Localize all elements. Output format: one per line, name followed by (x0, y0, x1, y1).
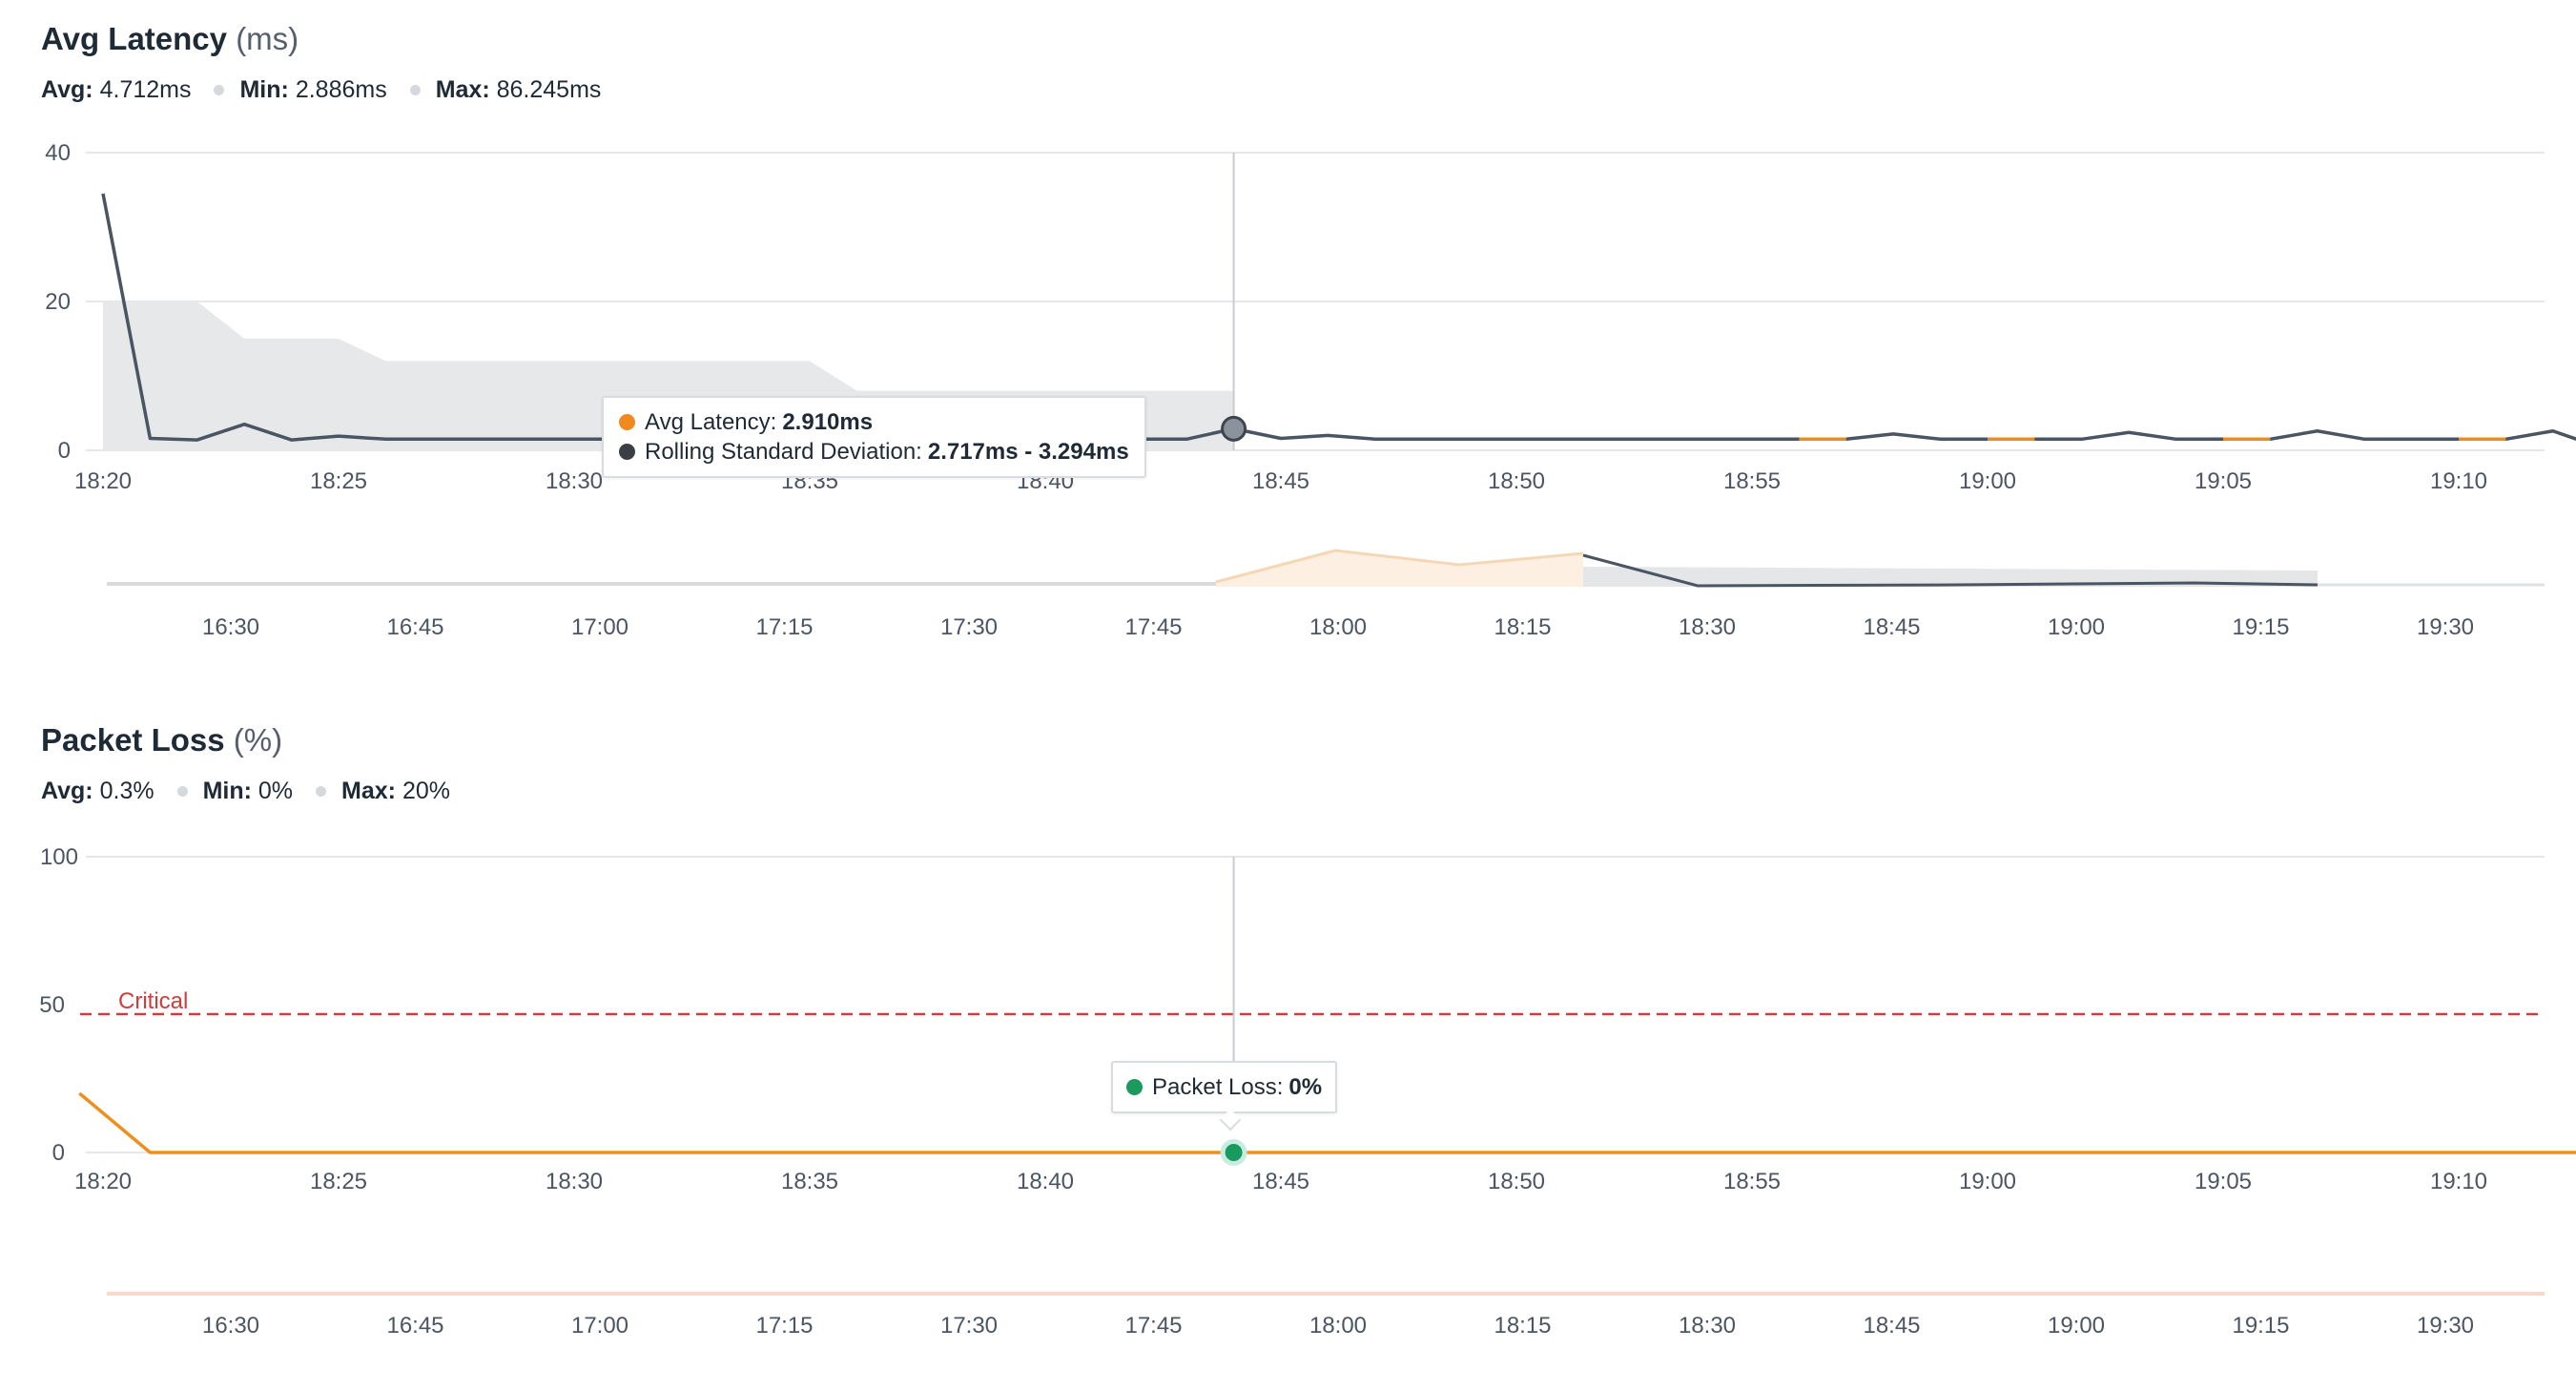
latency-navigator-tick: 18:30 (1679, 614, 1736, 640)
loss-x-tick: 18:45 (1252, 1169, 1309, 1194)
loss-x-tick: 19:10 (2430, 1169, 2487, 1194)
tooltip-stddev-value: 2.717ms - 3.294ms (927, 438, 1129, 465)
tooltip-row-latency: Avg Latency: 2.910ms (619, 407, 1129, 437)
loss-navigator-tick: 19:30 (2417, 1313, 2474, 1339)
latency-navigator-tick: 19:15 (2232, 614, 2289, 640)
charts-canvas[interactable]: 0 20 40 18:20 18:25 18:30 18:35 18:40 18:45 18:50… (0, 0, 2576, 1391)
loss-x-tick: 18:40 (1017, 1169, 1074, 1194)
latency-navigator-tick: 16:30 (202, 614, 259, 640)
loss-tooltip: Packet Loss: 0% (1111, 1061, 1338, 1113)
latency-navigator-tick: 18:15 (1494, 614, 1551, 640)
loss-navigator-tick: 17:15 (755, 1313, 813, 1339)
latency-x-tick: 19:00 (1959, 468, 2016, 494)
tooltip-loss-label: Packet Loss: (1152, 1073, 1284, 1100)
latency-navigator-tick: 18:45 (1863, 614, 1920, 640)
loss-x-tick: 19:00 (1959, 1169, 2016, 1194)
loss-navigator-tick: 18:00 (1309, 1313, 1367, 1339)
loss-navigator-tick: 18:30 (1679, 1313, 1736, 1339)
loss-x-tick: 18:20 (74, 1169, 132, 1194)
loss-navigator-tick: 16:30 (202, 1313, 259, 1339)
tooltip-latency-value: 2.910ms (782, 408, 874, 435)
latency-x-tick: 19:05 (2195, 468, 2252, 494)
latency-y-tick: 0 (58, 438, 71, 464)
loss-x-tick: 18:55 (1723, 1169, 1781, 1194)
loss-navigator-tick: 19:00 (2048, 1313, 2105, 1339)
loss-x-tick: 18:50 (1488, 1169, 1545, 1194)
loss-hover-marker (1225, 1144, 1243, 1161)
loss-x-tick: 19:05 (2195, 1169, 2252, 1194)
latency-x-tick: 18:30 (546, 468, 603, 494)
critical-threshold-label: Critical (118, 988, 188, 1014)
loss-max-value: 20% (402, 778, 451, 804)
latency-navigator-tick: 17:30 (940, 614, 998, 640)
loss-title: Packet Loss (41, 722, 225, 758)
latency-navigator-tick: 16:45 (386, 614, 443, 640)
latency-navigator-tick: 19:30 (2417, 614, 2474, 640)
loss-unit: (%) (233, 722, 283, 758)
latency-tooltip: Avg Latency: 2.910ms Rolling Standard De… (602, 396, 1146, 478)
loss-panel-title: Packet Loss (%) (41, 722, 282, 758)
latency-navigator-tick: 17:00 (571, 614, 629, 640)
loss-navigator-tick: 16:45 (386, 1313, 443, 1339)
latency-x-tick: 18:25 (310, 468, 367, 494)
stat-separator-dot (316, 786, 327, 797)
latency-x-tick: 18:20 (74, 468, 132, 494)
latency-x-tick: 18:50 (1488, 468, 1545, 494)
latency-x-tick: 19:10 (2430, 468, 2487, 494)
loss-y-tick: 0 (52, 1140, 65, 1166)
dark-dot-icon (619, 444, 635, 460)
stat-separator-dot (176, 786, 188, 797)
loss-x-tick: 18:30 (546, 1169, 603, 1194)
loss-stats: Avg: 0.3% Min: 0% Max: 20% (41, 778, 450, 805)
loss-navigator-tick: 17:45 (1124, 1313, 1182, 1339)
tooltip-row-stddev: Rolling Standard Deviation: 2.717ms - 3.… (619, 437, 1129, 467)
loss-navigator-tick: 17:30 (940, 1313, 998, 1339)
latency-y-tick: 40 (45, 140, 71, 166)
latency-navigator-tick: 18:00 (1309, 614, 1367, 640)
loss-min-value: 0% (258, 778, 294, 804)
tooltip-latency-label: Avg Latency: (645, 408, 777, 435)
latency-navigator-tick: 19:00 (2048, 614, 2105, 640)
loss-max-label: Max: (341, 778, 397, 804)
latency-hover-marker (1221, 415, 1247, 442)
loss-x-tick: 18:35 (781, 1169, 838, 1194)
latency-x-tick: 18:55 (1723, 468, 1781, 494)
orange-dot-icon (619, 414, 635, 430)
loss-min-label: Min: (202, 778, 252, 804)
loss-y-tick: 100 (40, 844, 78, 870)
latency-y-tick: 20 (45, 289, 71, 315)
loss-navigator-tick: 18:15 (1494, 1313, 1551, 1339)
latency-navigator-tick: 17:15 (755, 614, 813, 640)
tooltip-stddev-label: Rolling Standard Deviation: (645, 438, 922, 465)
loss-avg-label: Avg: (41, 778, 93, 804)
loss-avg-value: 0.3% (99, 778, 155, 804)
loss-navigator-tick: 19:15 (2232, 1313, 2289, 1339)
green-dot-icon (1126, 1079, 1143, 1095)
tooltip-row-loss: Packet Loss: 0% (1126, 1072, 1322, 1102)
loss-navigator-tick: 17:00 (571, 1313, 629, 1339)
tooltip-loss-value: 0% (1288, 1073, 1323, 1100)
latency-x-tick: 18:45 (1252, 468, 1309, 494)
loss-y-tick: 50 (39, 992, 65, 1018)
loss-x-tick: 18:25 (310, 1169, 367, 1194)
latency-navigator-tick: 17:45 (1124, 614, 1182, 640)
loss-navigator-tick: 18:45 (1863, 1313, 1920, 1339)
